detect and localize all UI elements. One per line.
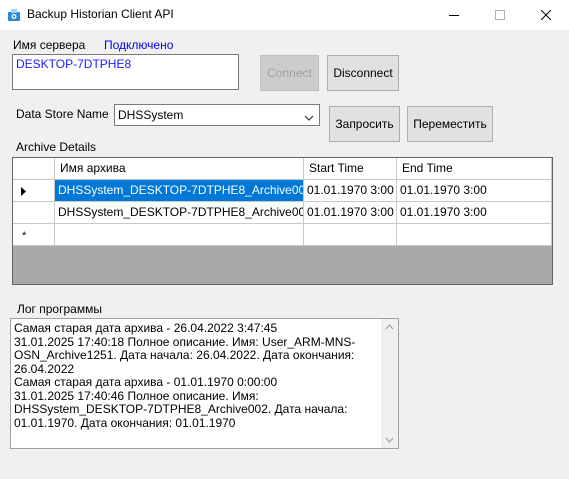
table-cell-end-time[interactable]: 01.01.1970 3:00 — [397, 202, 552, 224]
table-cell-archive-name[interactable]: DHSSystem_DESKTOP-7DTPHE8_Archive001 — [55, 180, 304, 202]
datastore-select[interactable]: DHSSystem — [114, 104, 320, 126]
column-header-end-time[interactable]: End Time — [397, 158, 552, 180]
app-icon — [7, 8, 21, 22]
minimize-button[interactable] — [431, 0, 477, 30]
close-icon — [541, 10, 551, 20]
current-row-arrow-icon — [21, 187, 26, 196]
server-name-value: DESKTOP-7DTPHE8 — [16, 57, 132, 71]
move-button[interactable]: Переместить — [407, 106, 493, 142]
column-header-start-time[interactable]: Start Time — [304, 158, 397, 180]
column-header-archive-name[interactable]: Имя архива — [55, 158, 304, 180]
log-text: Самая старая дата архива - 26.04.2022 3:… — [14, 321, 356, 430]
connect-button[interactable]: Connect — [260, 55, 319, 91]
maximize-button[interactable] — [477, 0, 523, 30]
table-cell-end-time[interactable]: 01.01.1970 3:00 — [397, 180, 552, 202]
table-cell-start-time[interactable]: 01.01.1970 3:00 — [304, 180, 397, 202]
log-scrollbar[interactable] — [381, 319, 398, 448]
datastore-selected-value: DHSSystem — [118, 108, 184, 122]
scroll-down-icon[interactable] — [385, 437, 394, 443]
maximize-icon — [495, 10, 505, 20]
table-cell-start-time[interactable]: 01.01.1970 3:00 — [304, 202, 397, 224]
new-row-marker[interactable]: * — [13, 224, 55, 246]
server-name-input[interactable]: DESKTOP-7DTPHE8 — [12, 54, 239, 90]
scroll-up-icon[interactable] — [385, 324, 394, 330]
minimize-icon — [449, 15, 459, 16]
archive-details-label: Archive Details — [16, 140, 97, 154]
window-title: Backup Historian Client API — [27, 7, 174, 21]
connection-status: Подключено — [104, 38, 174, 52]
chevron-down-icon — [304, 111, 314, 125]
close-button[interactable] — [523, 0, 569, 30]
title-bar[interactable]: Backup Historian Client API — [0, 0, 569, 30]
server-label: Имя сервера — [13, 38, 86, 52]
row-header[interactable] — [13, 202, 55, 224]
datastore-label: Data Store Name — [16, 107, 109, 121]
table-cell-new[interactable] — [55, 224, 304, 246]
table-cell-new[interactable] — [397, 224, 552, 246]
archive-grid[interactable]: Имя архива Start Time End Time DHSSystem… — [12, 157, 553, 285]
log-label: Лог программы — [17, 302, 102, 316]
row-header[interactable] — [13, 180, 55, 202]
query-button[interactable]: Запросить — [329, 106, 400, 142]
table-cell-new[interactable] — [304, 224, 397, 246]
grid-corner-header — [13, 158, 55, 180]
table-cell-archive-name[interactable]: DHSSystem_DESKTOP-7DTPHE8_Archive002 — [55, 202, 304, 224]
log-textarea[interactable]: Самая старая дата архива - 26.04.2022 3:… — [10, 318, 399, 449]
disconnect-button[interactable]: Disconnect — [327, 55, 399, 91]
